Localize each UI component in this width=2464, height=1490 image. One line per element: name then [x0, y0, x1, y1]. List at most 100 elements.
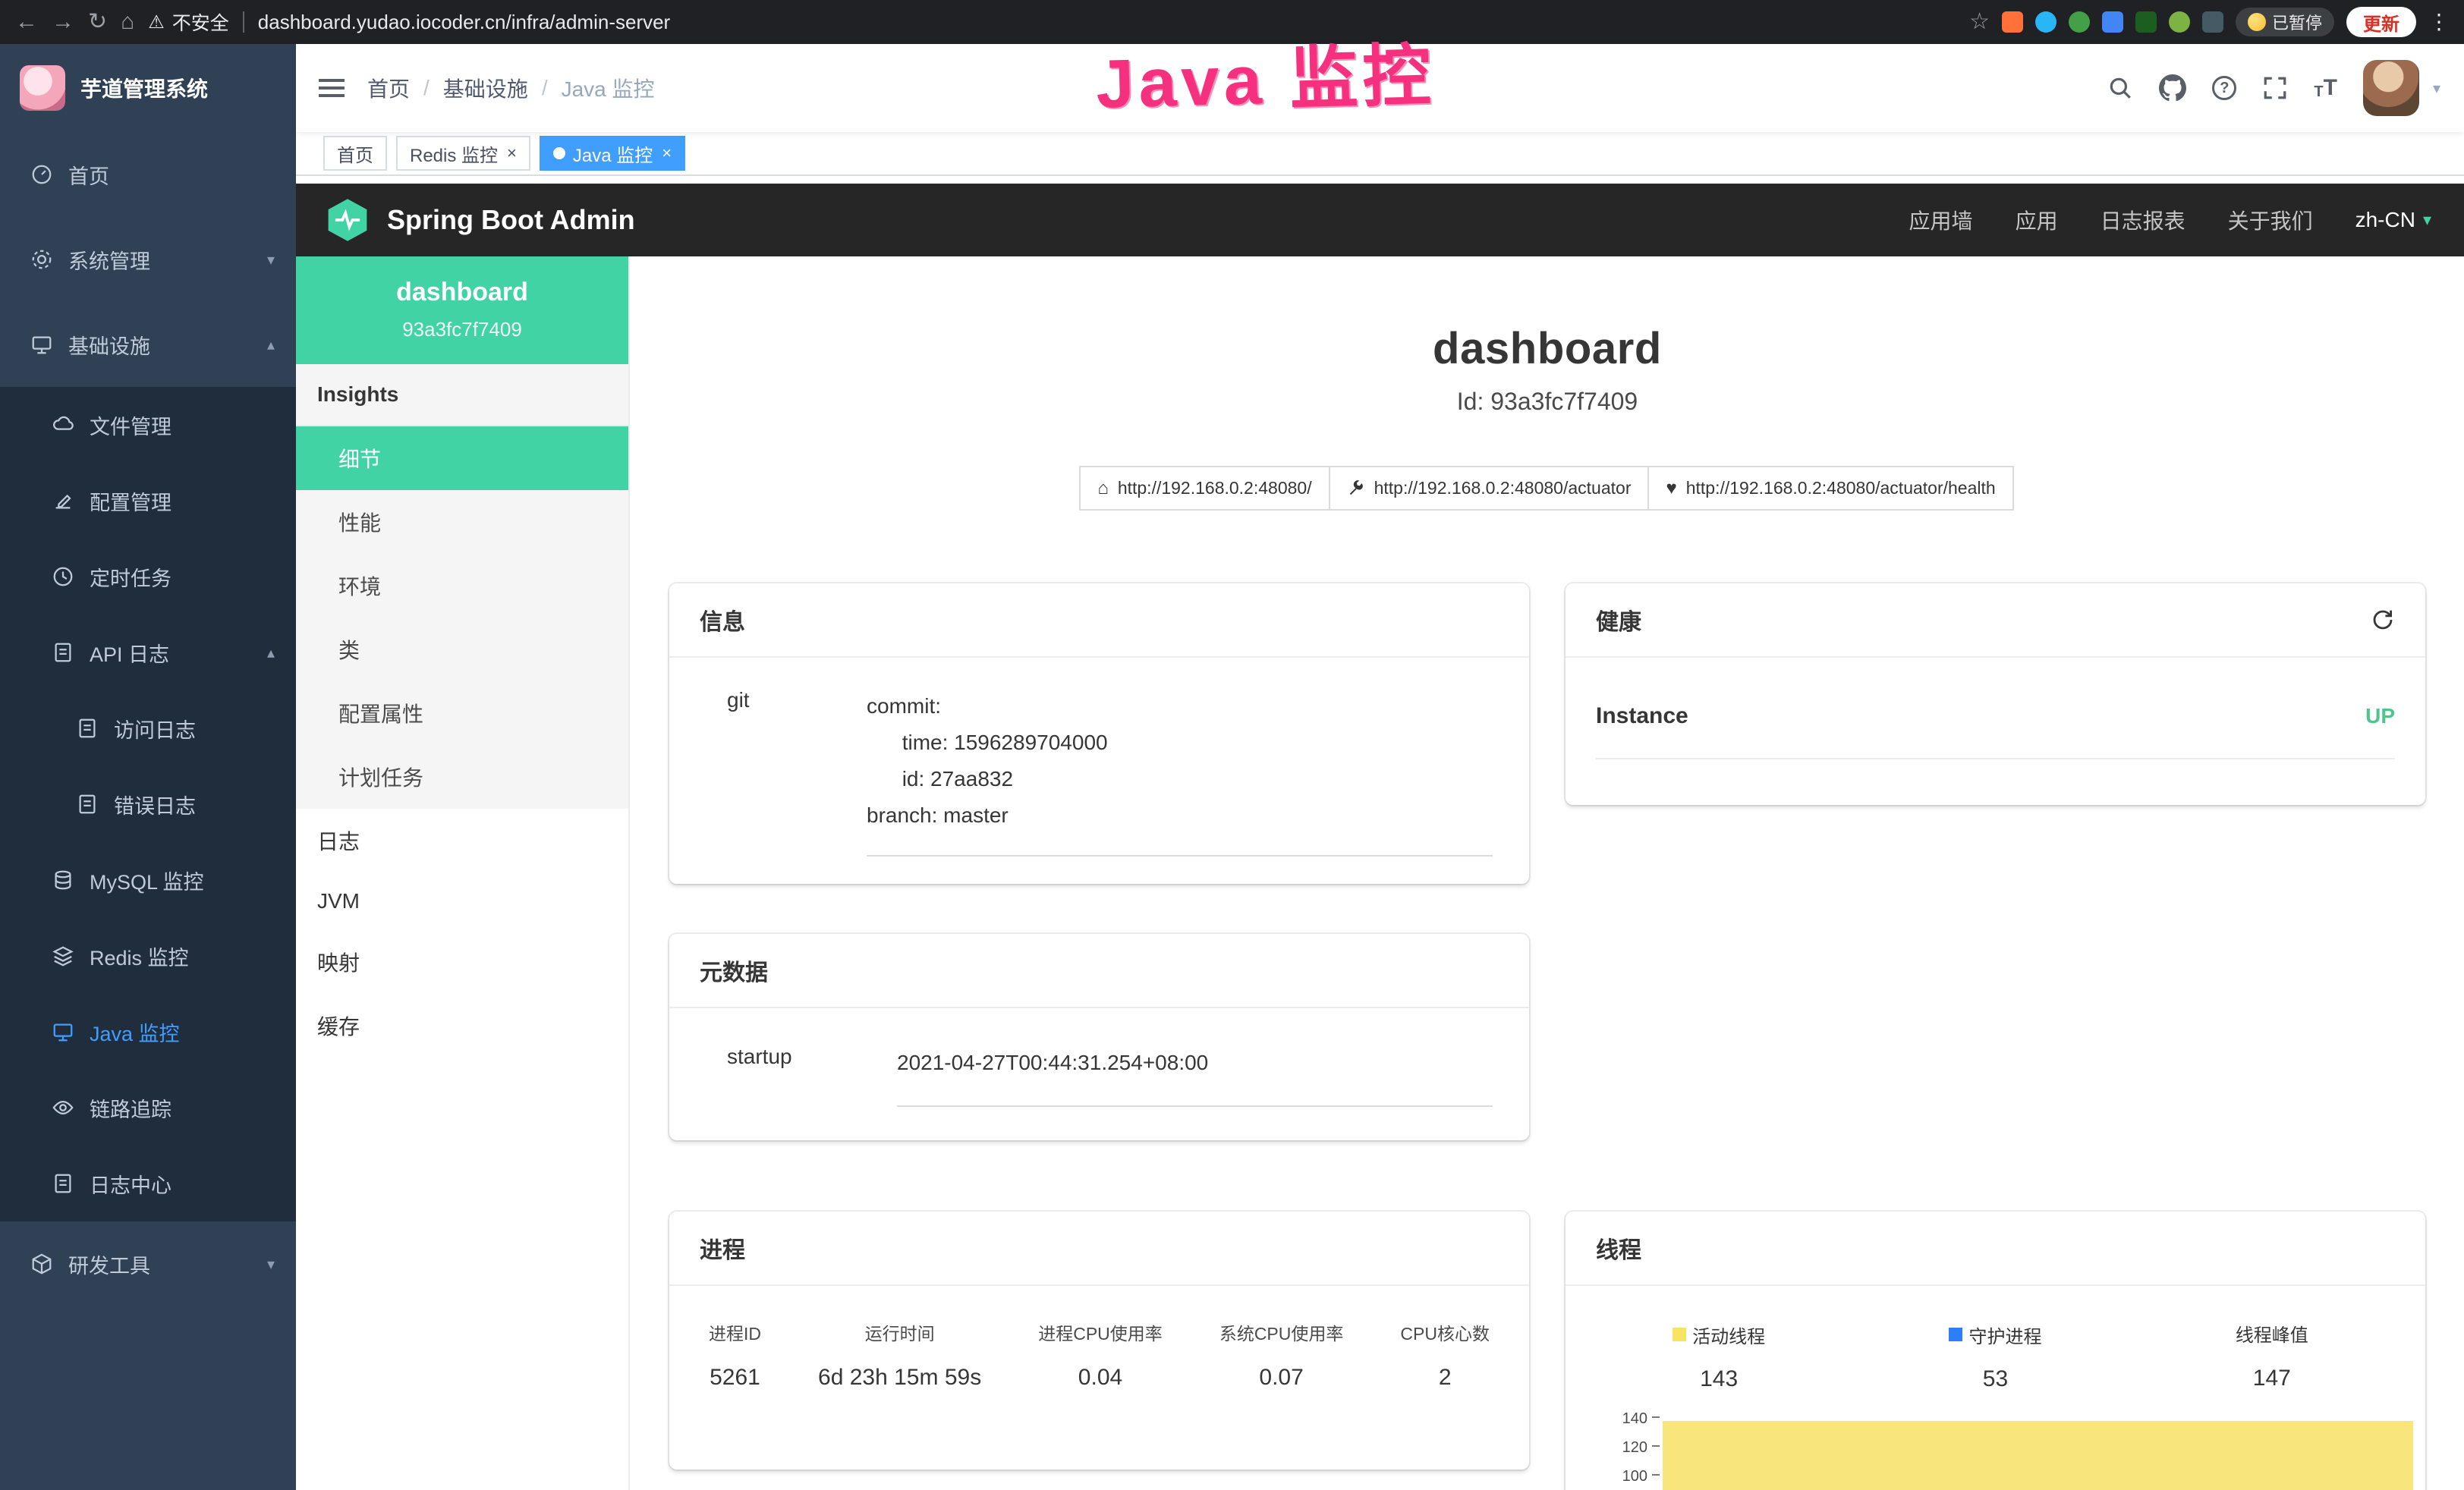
menu-item-classes[interactable]: 类: [296, 618, 628, 681]
actuator-url-link[interactable]: http://192.168.0.2:48080/actuator: [1329, 466, 1650, 511]
sba-locale-select[interactable]: zh-CN ▾: [2355, 208, 2431, 232]
info-card: 信息 git commit: time: 1596289704000 id: 2…: [669, 583, 1529, 884]
extension-icon[interactable]: [2002, 11, 2023, 33]
sba-nav-applications[interactable]: 应用: [2016, 205, 2058, 235]
chevron-down-icon: ▾: [267, 250, 275, 269]
fullscreen-icon[interactable]: [2262, 75, 2288, 101]
user-avatar[interactable]: [2363, 60, 2419, 116]
menu-item-environment[interactable]: 环境: [296, 554, 628, 618]
sidebar-item-trace[interactable]: 链路追踪: [0, 1070, 296, 1146]
layers-icon: [52, 945, 74, 967]
security-chip[interactable]: ⚠ 不安全: [148, 8, 229, 36]
address-url[interactable]: dashboard.yudao.iocoder.cn/infra/admin-s…: [258, 11, 670, 34]
active-dot-icon: [553, 147, 565, 159]
menu-item-configprops[interactable]: 配置属性: [296, 681, 628, 745]
edit-icon: [52, 489, 74, 512]
service-url-link[interactable]: ⌂ http://192.168.0.2:48080/: [1079, 466, 1330, 511]
breadcrumb-home[interactable]: 首页: [367, 73, 410, 103]
github-icon[interactable]: [2159, 74, 2186, 102]
menu-item-jvm[interactable]: JVM: [296, 872, 628, 930]
menu-item-scheduled-tasks[interactable]: 计划任务: [296, 745, 628, 809]
process-col: 运行时间 6d 23h 15m 59s: [818, 1319, 981, 1391]
tab-redis[interactable]: Redis 监控 ×: [396, 136, 530, 171]
sidebar-item-config[interactable]: 配置管理: [0, 463, 296, 539]
card-title: 线程: [1596, 1231, 1641, 1265]
threads-card: 线程 活动线程 143 守护进程 53: [1566, 1212, 2425, 1490]
back-icon[interactable]: ←: [15, 11, 38, 33]
sidebar-item-error-log[interactable]: 错误日志: [0, 766, 296, 842]
sidebar-item-job[interactable]: 定时任务: [0, 539, 296, 615]
search-icon[interactable]: [2107, 75, 2133, 101]
breadcrumb-infra[interactable]: 基础设施: [443, 73, 528, 103]
paused-label: 已暂停: [2272, 10, 2322, 34]
extension-icon[interactable]: [2135, 11, 2157, 33]
legend-item: 线程峰值 147: [2134, 1319, 2410, 1392]
sidebar-item-infra[interactable]: 基础设施 ▴: [0, 302, 296, 387]
tab-java[interactable]: Java 监控 ×: [540, 136, 685, 171]
card-title: 元数据: [700, 954, 768, 987]
menu-item-mappings[interactable]: 映射: [296, 930, 628, 994]
metadata-card: 元数据 startup 2021-04-27T00:44:31.254+08:0…: [669, 934, 1529, 1140]
home-icon[interactable]: ⌂: [121, 11, 134, 33]
close-icon[interactable]: ×: [662, 143, 672, 163]
extension-icon[interactable]: [2102, 11, 2123, 33]
menu-fold-icon[interactable]: [296, 74, 367, 102]
threads-chart: 140 120 100: [1566, 1410, 2425, 1490]
history-icon[interactable]: [2371, 608, 2395, 632]
paused-badge[interactable]: 已暂停: [2236, 8, 2334, 36]
link-label: http://192.168.0.2:48080/: [1118, 478, 1312, 498]
chevron-down-icon: ▾: [2423, 210, 2431, 230]
status-badge: UP: [2365, 704, 2395, 728]
help-icon[interactable]: ?: [2212, 76, 2236, 100]
bookmark-star-icon[interactable]: ☆: [1969, 11, 1990, 33]
chart-plot-area: [1660, 1410, 2425, 1490]
browser-menu-icon[interactable]: ⋮: [2428, 11, 2450, 33]
breadcrumb: 首页 基础设施 Java 监控: [367, 73, 655, 103]
extension-icon[interactable]: [2069, 11, 2090, 33]
sba-brand-title[interactable]: Spring Boot Admin: [387, 204, 635, 236]
sidebar-item-file[interactable]: 文件管理: [0, 387, 296, 463]
forward-icon[interactable]: →: [52, 11, 74, 33]
menu-item-caches[interactable]: 缓存: [296, 994, 628, 1058]
sidebar-item-access-log[interactable]: 访问日志: [0, 690, 296, 766]
sba-sidebar: dashboard 93a3fc7f7409 Insights 细节 性能 环境…: [296, 256, 630, 1490]
logo-row[interactable]: 芋道管理系统: [0, 44, 296, 132]
reload-icon[interactable]: ↻: [88, 11, 107, 33]
sba-nav-wall[interactable]: 应用墙: [1909, 205, 1973, 235]
instance-links: ⌂ http://192.168.0.2:48080/ http://192.1…: [669, 466, 2425, 511]
sidebar-item-api-log[interactable]: API 日志 ▴: [0, 615, 296, 690]
sidebar-item-log-center[interactable]: 日志中心: [0, 1146, 296, 1221]
eye-icon: [52, 1096, 74, 1119]
extension-icon[interactable]: [2202, 11, 2223, 33]
sidebar-item-label: 文件管理: [90, 410, 172, 440]
menu-item-logs[interactable]: 日志: [296, 809, 628, 872]
update-button[interactable]: 更新: [2346, 7, 2416, 37]
y-tick: 140: [1605, 1410, 1660, 1439]
sidebar-item-system[interactable]: 系统管理 ▾: [0, 217, 296, 302]
sidebar-item-home[interactable]: 首页: [0, 132, 296, 217]
database-icon: [52, 869, 74, 891]
instance-header[interactable]: dashboard 93a3fc7f7409: [296, 256, 628, 364]
process-label: 进程CPU使用率: [1038, 1319, 1163, 1345]
close-icon[interactable]: ×: [507, 143, 517, 163]
extension-icon[interactable]: [2035, 11, 2056, 33]
heart-icon: ♥: [1666, 479, 1676, 498]
sidebar-item-label: 日志中心: [90, 1169, 172, 1199]
sidebar-item-java[interactable]: Java 监控: [0, 994, 296, 1070]
sidebar-item-devtools[interactable]: 研发工具 ▾: [0, 1221, 296, 1306]
document-icon: [76, 793, 99, 816]
sidebar-item-mysql[interactable]: MySQL 监控: [0, 842, 296, 918]
menu-item-details[interactable]: 细节: [296, 426, 628, 490]
health-row: Instance UP: [1596, 658, 2395, 759]
sba-nav-journal[interactable]: 日志报表: [2101, 205, 2186, 235]
extension-icon[interactable]: [2169, 11, 2190, 33]
instance-name: dashboard: [308, 278, 616, 307]
sba-nav-about[interactable]: 关于我们: [2228, 205, 2313, 235]
sidebar-item-redis[interactable]: Redis 监控: [0, 918, 296, 994]
cloud-icon: [52, 413, 74, 436]
health-url-link[interactable]: ♥ http://192.168.0.2:48080/actuator/heal…: [1647, 466, 2013, 511]
font-size-icon[interactable]: TT: [2314, 75, 2337, 101]
menu-item-performance[interactable]: 性能: [296, 490, 628, 554]
sidebar-item-label: 基础设施: [68, 330, 150, 360]
tab-home[interactable]: 首页: [323, 136, 387, 171]
